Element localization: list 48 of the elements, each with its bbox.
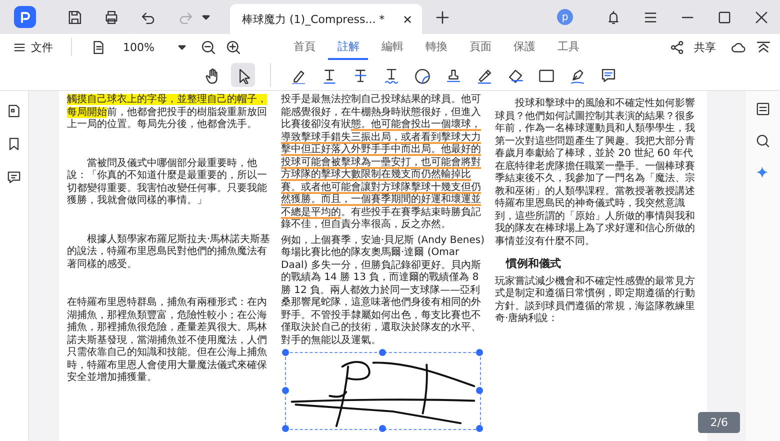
ribbon-tab[interactable]: 註解 bbox=[328, 34, 368, 60]
close-icon[interactable] bbox=[403, 14, 412, 24]
resize-handle[interactable] bbox=[476, 387, 483, 394]
caret-icon bbox=[178, 43, 186, 51]
resize-handle[interactable] bbox=[379, 425, 386, 432]
app-logo-icon[interactable] bbox=[14, 6, 36, 28]
ribbon-tab[interactable]: 頁面 bbox=[460, 34, 500, 60]
select-icon[interactable] bbox=[231, 63, 255, 87]
document-tab[interactable]: 棒球魔力 (1)_Compress... * bbox=[230, 4, 422, 34]
paragraph-text: 根據人類學家布羅尼斯拉夫·馬林諾夫斯基的說法，特羅布里恩島民對他們的捕魚魔法有著同樣的感受。 bbox=[67, 234, 271, 271]
zoom-out-icon[interactable] bbox=[200, 38, 218, 56]
section-heading: 慣例和儀式 bbox=[504, 257, 562, 271]
new-tab-icon[interactable] bbox=[436, 10, 449, 24]
share-label[interactable]: 共享 bbox=[694, 40, 716, 54]
resize-handle[interactable] bbox=[476, 425, 483, 432]
paragraph-text: 觸摸自己球衣上的字母，並整理自己的帽子，每局開始前，他都會把投手的樹脂袋重新放回上一局的位置。每局先分後，他都會洗手。 bbox=[67, 94, 268, 132]
comment-icon[interactable] bbox=[6, 169, 22, 185]
ribbon-tab[interactable]: 轉換 bbox=[416, 34, 456, 60]
print-icon[interactable] bbox=[103, 8, 120, 26]
ribbon-tab[interactable]: 工具 bbox=[548, 34, 588, 60]
signature-selection-box[interactable] bbox=[285, 352, 481, 430]
paragraph-text: 當被問及儀式中哪個部分最重要時，他說：「你真的不知道什麼是最重要的，所以一切都變得重要。我害怕改變任何事。只要我能獲勝，我就會做同樣的事情。」 bbox=[67, 158, 268, 208]
ribbon-tab[interactable]: 首頁 bbox=[284, 34, 324, 60]
page-indicator: 2/6 bbox=[698, 412, 740, 433]
caret-icon[interactable] bbox=[202, 13, 210, 21]
zoom-in-icon[interactable] bbox=[225, 38, 242, 56]
ribbon-tab[interactable]: 保護 bbox=[504, 34, 544, 60]
user-avatar[interactable]: p bbox=[557, 9, 573, 25]
thumbnail-icon[interactable] bbox=[6, 103, 22, 119]
share-icon[interactable] bbox=[669, 38, 686, 56]
save-icon[interactable] bbox=[66, 8, 83, 26]
zoom-dropdown[interactable]: 100% bbox=[115, 40, 192, 54]
ribbon-tab[interactable]: 編輯 bbox=[372, 34, 412, 60]
paragraph-text: 投球和擊球中的風險和不確定性如何影響球員？他們如何試圖控制其表演的結果？很多年前，作為一名棒球運動員和人類學學生，我第一次對這些問題產生了興趣。我把大部分青春歲月奉獻給了棒球，並於 20 世紀 60 年代在底特律老虎隊擔任職業一壘手。一個棒球賽季結束後不久，我參加了一門名為「魔法、宗教和巫術」的人類學課程。當教授著教授講述特羅布里恩島民的神奇儀式時，我突然意識到，這些所謂的「原始」人所做的事情與我和我的隊友在棒球場上為了求好運和信心所做的事情並沒有什麼不同。 bbox=[495, 98, 696, 248]
resize-handle[interactable] bbox=[282, 425, 289, 432]
resize-handle[interactable] bbox=[282, 387, 289, 394]
file-menu-button[interactable]: 文件 bbox=[14, 40, 53, 54]
paragraph-text: 例如，上個賽季，安迪·貝尼斯 (Andy Benes) 每場比賽比他的隊友奧馬爾·達爾 (Omar Daal) 多失一分，但勝負記錄卻更好。貝內斯的戰績為 14 勝 13 負，而達爾的戰績僅為 8 勝 12 負。兩人都效力於同一支球隊——亞利桑那響尾蛇隊，這意味著他們身後有相同的外野手。不管投手隸屬如何出色，每支比賽也不僅取決於自己的技術，還取決於隊友的水平、對手的無能以及運氣。 bbox=[281, 234, 485, 347]
search-icon[interactable] bbox=[755, 133, 771, 149]
resize-handle[interactable] bbox=[476, 349, 483, 356]
paragraph-text: 玩家嘗試減少機會和不確定性感覺的最常見方式是制定和遵循日常慣例，即定期遵循的行動方針。談到球員們遵循的常規，海盜隊教練里奇·唐納利說： bbox=[495, 276, 696, 326]
paragraph-text: 投手是最無法控制自己投球結果的球員。他可能感覺很好，在牛棚熱身時狀態很好，但進入比賽後卻沒有狀態。他可能會投出一個壞球，導致擊球手錯失三振出局，或者看到擊球大力擊中但正好落入外野手手中而出局。他最好的投球可能會被擊球為一壘安打，也可能會將對方球隊的擊球大數限制在幾支而仍然輸掉比賽。或者他可能會讓對方球隊擊球十幾支但仍然獲勝。而且，一個賽季期間的好運和壞運並不總是平均的。有些投手在賽季結束時勝負記錄不佳，但自責分率很高，反之亦然。 bbox=[281, 94, 482, 232]
signature-drawing[interactable] bbox=[290, 361, 476, 428]
resize-handle[interactable] bbox=[379, 349, 386, 356]
menu-icon bbox=[14, 42, 25, 52]
resize-handle[interactable] bbox=[282, 349, 289, 356]
settings-icon[interactable] bbox=[755, 101, 771, 117]
paragraph-text: 在特羅布里恩特群島，捕魚有兩種形式：在內湖捕魚，那裡魚類豐富，危險性較小；在公海捕魚，那裡捕魚很危險，產量差異很大。馬林諾夫斯基發現，當湖捕魚並不使用魔法，人們只需依靠自己的知識和技能。但在公海上捕魚時，特羅布里恩人會使用大量魔法儀式來確保安全並增加捕獲量。 bbox=[67, 297, 268, 384]
